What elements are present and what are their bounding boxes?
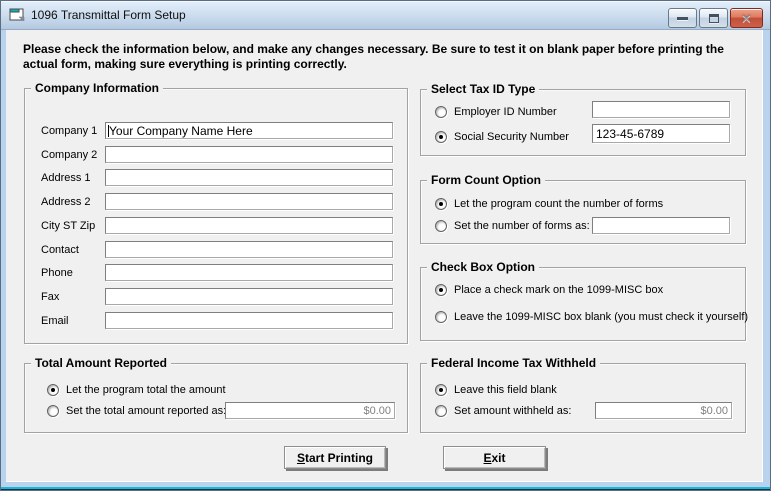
close-icon: ✕ bbox=[741, 10, 752, 26]
maximize-button[interactable] bbox=[699, 8, 728, 28]
window-title: 1096 Transmittal Form Setup bbox=[31, 8, 186, 22]
group-tax-id-type: Select Tax ID Type Employer ID Number So… bbox=[420, 82, 746, 156]
form-icon bbox=[9, 8, 25, 22]
employer-id-label: Employer ID Number bbox=[454, 106, 557, 118]
group-title: Federal Income Tax Withheld bbox=[427, 356, 601, 370]
ssn-label: Social Security Number bbox=[454, 131, 569, 143]
company1-label: Company 1 bbox=[41, 125, 98, 137]
place-check-radio[interactable] bbox=[435, 284, 447, 296]
employer-id-input[interactable] bbox=[592, 101, 730, 118]
phone-input[interactable] bbox=[105, 264, 393, 281]
fax-input[interactable] bbox=[105, 288, 393, 305]
contact-input[interactable] bbox=[105, 241, 393, 258]
fax-label: Fax bbox=[41, 291, 60, 303]
minimize-button[interactable] bbox=[668, 8, 697, 28]
minimize-icon bbox=[677, 16, 688, 20]
contact-label: Contact bbox=[41, 244, 79, 256]
exit-button[interactable]: Exit bbox=[443, 446, 546, 469]
set-total-radio[interactable] bbox=[47, 405, 59, 417]
window-controls: ✕ bbox=[668, 8, 763, 28]
company2-input[interactable] bbox=[105, 146, 393, 163]
address1-label: Address 1 bbox=[41, 172, 91, 184]
group-title: Select Tax ID Type bbox=[427, 82, 540, 96]
group-title: Form Count Option bbox=[427, 173, 545, 187]
set-total-label: Set the total amount reported as: bbox=[66, 405, 227, 417]
email-input[interactable] bbox=[105, 312, 393, 329]
set-withheld-label: Set amount withheld as: bbox=[454, 405, 572, 417]
group-title: Company Information bbox=[31, 81, 164, 95]
ssn-input[interactable] bbox=[592, 124, 730, 143]
citystzip-input[interactable] bbox=[105, 217, 393, 234]
program-total-radio[interactable] bbox=[47, 384, 59, 396]
ssn-radio[interactable] bbox=[435, 131, 447, 143]
set-total-input[interactable] bbox=[225, 402, 395, 419]
titlebar: 1096 Transmittal Form Setup ✕ bbox=[1, 1, 770, 30]
group-form-count-option: Form Count Option Let the program count … bbox=[420, 173, 746, 244]
instructions-text: Please check the information below, and … bbox=[23, 42, 724, 71]
close-button[interactable]: ✕ bbox=[730, 8, 763, 28]
leave-box-blank-radio[interactable] bbox=[435, 311, 447, 323]
company2-label: Company 2 bbox=[41, 149, 98, 161]
text-cursor bbox=[108, 125, 109, 137]
group-company-information: Company Information Company 1 Company 2 … bbox=[24, 81, 408, 344]
address1-input[interactable] bbox=[105, 169, 393, 186]
set-count-radio[interactable] bbox=[435, 220, 447, 232]
company1-input[interactable] bbox=[105, 122, 393, 139]
address2-input[interactable] bbox=[105, 193, 393, 210]
email-label: Email bbox=[41, 315, 69, 327]
dialog-window: 1096 Transmittal Form Setup ✕ Please che… bbox=[0, 0, 771, 491]
group-title: Check Box Option bbox=[427, 260, 540, 274]
citystzip-label: City ST Zip bbox=[41, 220, 96, 232]
leave-field-blank-radio[interactable] bbox=[435, 384, 447, 396]
program-count-label: Let the program count the number of form… bbox=[454, 198, 664, 210]
set-withheld-input[interactable] bbox=[595, 402, 732, 419]
start-printing-button[interactable]: Start Printing bbox=[284, 446, 386, 469]
dialog-client-area: Please check the information below, and … bbox=[6, 30, 763, 482]
set-count-input[interactable] bbox=[592, 217, 730, 234]
set-withheld-radio[interactable] bbox=[435, 405, 447, 417]
address2-label: Address 2 bbox=[41, 196, 91, 208]
group-total-amount-reported: Total Amount Reported Let the program to… bbox=[24, 356, 408, 433]
phone-label: Phone bbox=[41, 267, 73, 279]
employer-id-radio[interactable] bbox=[435, 106, 447, 118]
place-check-label: Place a check mark on the 1099-MISC box bbox=[454, 284, 664, 296]
group-federal-income-tax-withheld: Federal Income Tax Withheld Leave this f… bbox=[420, 356, 746, 433]
group-check-box-option: Check Box Option Place a check mark on t… bbox=[420, 260, 749, 341]
group-title: Total Amount Reported bbox=[31, 356, 171, 370]
set-count-label: Set the number of forms as: bbox=[454, 220, 590, 232]
program-total-label: Let the program total the amount bbox=[66, 384, 226, 396]
program-count-radio[interactable] bbox=[435, 198, 447, 210]
leave-box-blank-label: Leave the 1099-MISC box blank (you must … bbox=[454, 311, 749, 323]
maximize-icon bbox=[708, 13, 719, 23]
leave-field-blank-label: Leave this field blank bbox=[454, 384, 557, 396]
